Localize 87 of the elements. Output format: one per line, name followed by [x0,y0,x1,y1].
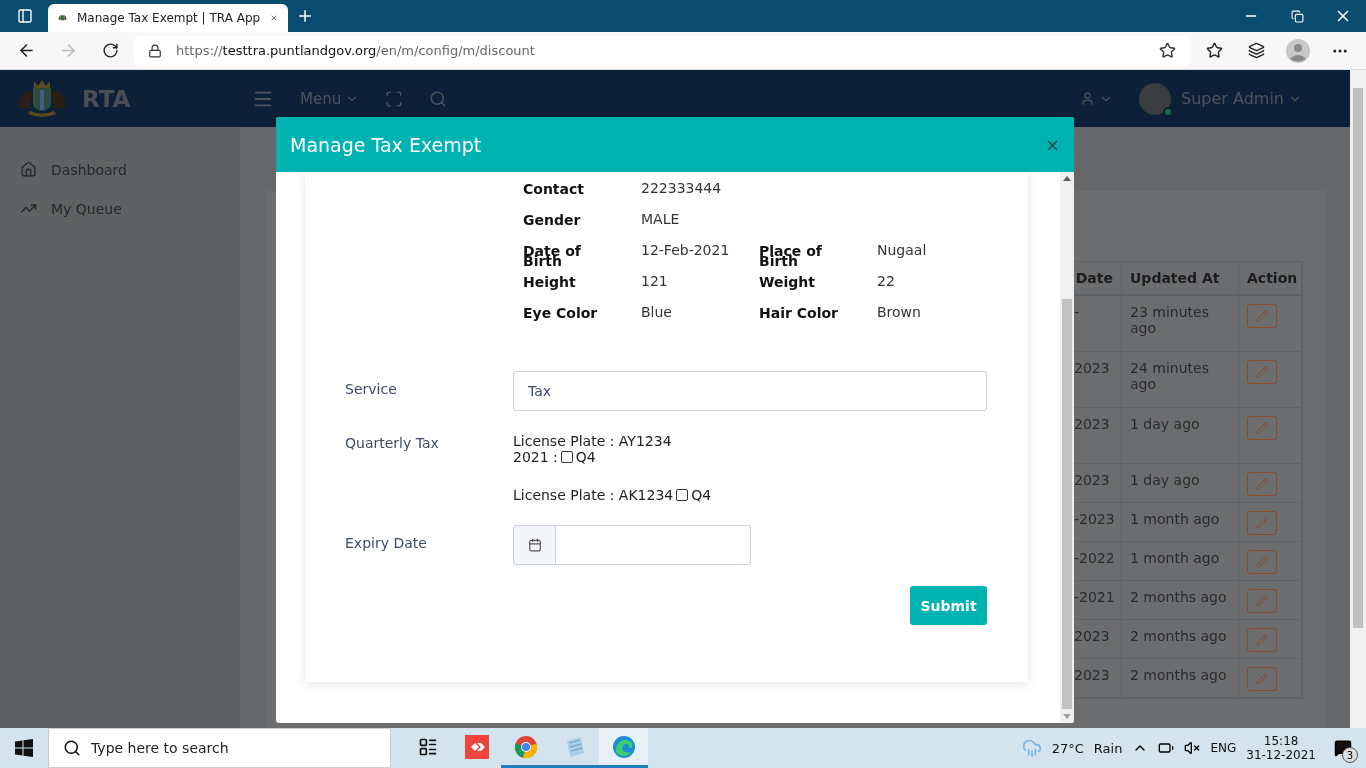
user-icon[interactable] [1080,91,1096,106]
date-field[interactable] [556,525,751,565]
remote-desktop-icon[interactable] [464,734,489,759]
scroll-down-icon[interactable] [1063,714,1071,719]
detail-value: 22 [877,273,896,289]
pencil-icon [1256,595,1268,607]
scroll-up-icon[interactable] [1063,176,1071,181]
table-cell: 24 minutes ago [1122,352,1239,408]
search-icon [63,739,81,757]
detail-value: 121 [641,273,669,289]
checkbox[interactable] [676,489,689,501]
detail-label: Date of Birth [523,242,582,266]
detail-value: MALE [641,211,681,227]
taskbar-search-field[interactable]: Type here to search [48,728,391,768]
pencil-icon [1256,310,1268,322]
calendar-button[interactable] [513,525,556,565]
mute-icon[interactable] [1184,740,1201,756]
fullscreen-icon[interactable] [385,89,404,108]
lock-icon [148,43,162,58]
modal-scrollbar[interactable] [1060,172,1074,723]
detail-value: 222333444 [641,180,723,196]
task-view-icon[interactable] [417,736,438,757]
quarter-label: Q4 [575,449,596,465]
detail-value: Blue [641,304,673,320]
table-cell: 1 month ago [1122,503,1239,542]
field-label: Quarterly Tax [345,434,440,453]
detail-label: Hair Color [759,304,839,318]
weather-icon[interactable] [1021,738,1042,758]
browser-icon[interactable] [513,734,538,759]
battery-icon[interactable] [1158,740,1175,756]
pencil-icon [1256,634,1268,646]
weather-text[interactable]: Rain [1093,740,1123,756]
service-field[interactable]: Tax [513,371,987,411]
pencil-icon [1256,478,1268,490]
windows-start-icon[interactable] [15,739,33,757]
plate-text: License Plate : AY1234 [513,433,673,449]
tab-actions-icon[interactable] [17,8,33,24]
collections-icon[interactable] [1247,42,1265,59]
year-text: 2021 : [513,449,558,465]
table-cell: 2 months ago [1122,659,1239,698]
brand-name: RTA [82,85,132,112]
search-icon[interactable] [429,89,448,108]
notification-count: 3 [1342,747,1358,763]
profile-icon[interactable] [1286,38,1310,63]
pencil-icon [1256,422,1268,434]
detail-value: Brown [877,304,922,320]
close-button[interactable]: × [1044,134,1060,155]
add-favorite-icon[interactable] [1159,42,1176,59]
address-bar[interactable]: https://testtra.puntlandgov.org/en/m/config/m/discount [134,35,1190,66]
avatar[interactable] [1139,82,1172,115]
table-cell: 1 day ago [1122,408,1239,464]
reload-icon[interactable] [101,42,119,59]
table-cell: 2 months ago [1122,620,1239,659]
column-header: Action [1239,262,1302,296]
detail-value: Nugaal [877,242,928,258]
table-cell: 1 month ago [1122,542,1239,581]
modal-title: Manage Tax Exempt [290,133,483,156]
detail-label: Contact [523,180,585,194]
plate-text: License Plate : AK1234 [513,487,674,503]
column-header: Updated At [1122,262,1239,296]
detail-label: Place of Birth [759,242,823,266]
table-cell: 2 months ago [1122,581,1239,620]
url-text: https://testtra.puntlandgov.org/en/m/config/m/discount [176,43,535,58]
home-icon [20,161,37,178]
restore-icon[interactable] [1290,9,1304,23]
pencil-icon [1256,366,1268,378]
pencil-icon [1256,673,1268,685]
calendar-icon [527,538,542,552]
browser-tab[interactable]: Manage Tax Exempt | TRA App [48,4,288,32]
table-cell: 23 minutes ago [1122,296,1239,352]
edge-browser-icon[interactable] [611,734,636,759]
detail-label: Gender [523,211,582,225]
field-label: Service [345,380,398,399]
detail-value: 12-Feb-2021 [641,242,731,258]
temperature-text[interactable]: 27°C [1051,740,1084,756]
new-tab-icon[interactable] [296,7,314,25]
language-indicator[interactable]: ENG [1210,741,1237,755]
field-label: Expiry Date [345,534,428,553]
quarter-label: Q4 [691,487,712,503]
page-scrollbar[interactable] [1350,70,1366,728]
pencil-icon [1256,556,1268,568]
pencil-icon [1256,517,1268,529]
clock[interactable]: 15:18 31-12-2021 [1246,734,1316,762]
favorites-icon[interactable] [1205,42,1223,59]
tab-title: Manage Tax Exempt | TRA App [77,11,261,25]
table-cell: 1 day ago [1122,464,1239,503]
checkbox[interactable] [560,451,573,463]
